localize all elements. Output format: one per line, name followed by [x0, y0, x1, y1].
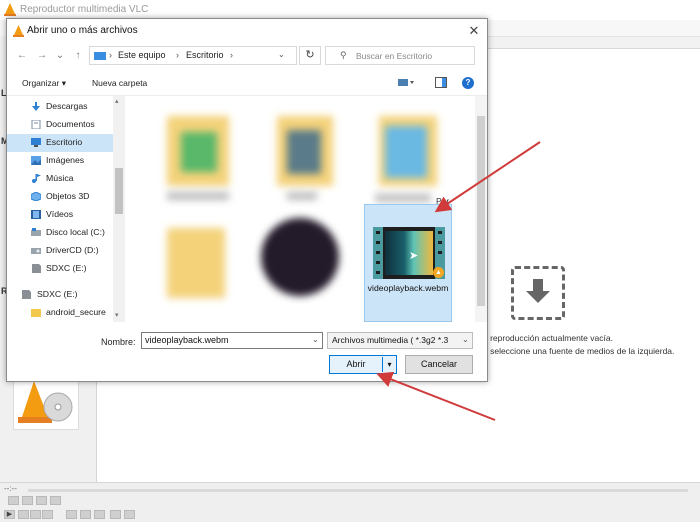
- annotation-arrows: [376, 141, 541, 421]
- annotation-arrow: [434, 141, 541, 213]
- annotation-arrow: [376, 371, 496, 421]
